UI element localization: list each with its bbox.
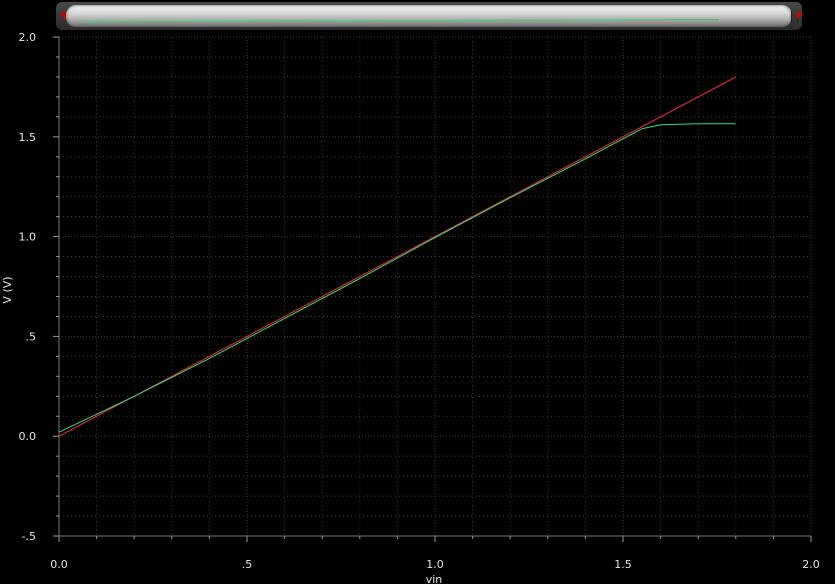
overview-traces bbox=[82, 19, 720, 23]
y-tick-label: -.5 bbox=[22, 530, 36, 543]
x-tick-label: 0.0 bbox=[50, 558, 68, 571]
x-axis-label: vin bbox=[426, 573, 443, 584]
x-tick-label: 2.0 bbox=[802, 558, 820, 571]
y-tick-label: 1.5 bbox=[19, 131, 37, 144]
y-tick-label: 2.0 bbox=[19, 31, 37, 44]
x-tick-label: 1.5 bbox=[614, 558, 632, 571]
x-tick-label: 1.0 bbox=[426, 558, 444, 571]
axis-ticks: 0.0 .5 1.0 1.5 2.0 -.5 0.0 .5 1.0 1.5 2.0 bbox=[19, 31, 820, 571]
plot-area[interactable]: 0.0 .5 1.0 1.5 2.0 -.5 0.0 .5 1.0 1.5 2.0 V (V) vi… bbox=[0, 0, 835, 584]
series-line-0 bbox=[58, 76, 737, 437]
overview-series-1 bbox=[82, 19, 719, 23]
y-tick-label: 0.0 bbox=[19, 430, 37, 443]
y-tick-label: 1.0 bbox=[19, 231, 37, 244]
y-axis-label: V (V) bbox=[1, 276, 14, 303]
series-traces bbox=[58, 76, 737, 437]
y-tick-label: .5 bbox=[26, 330, 37, 343]
grid-lines bbox=[58, 36, 812, 537]
waveform-window: 0.0 .5 1.0 1.5 2.0 -.5 0.0 .5 1.0 1.5 2.0 V (V) vi… bbox=[0, 0, 835, 584]
x-tick-label: .5 bbox=[242, 558, 253, 571]
